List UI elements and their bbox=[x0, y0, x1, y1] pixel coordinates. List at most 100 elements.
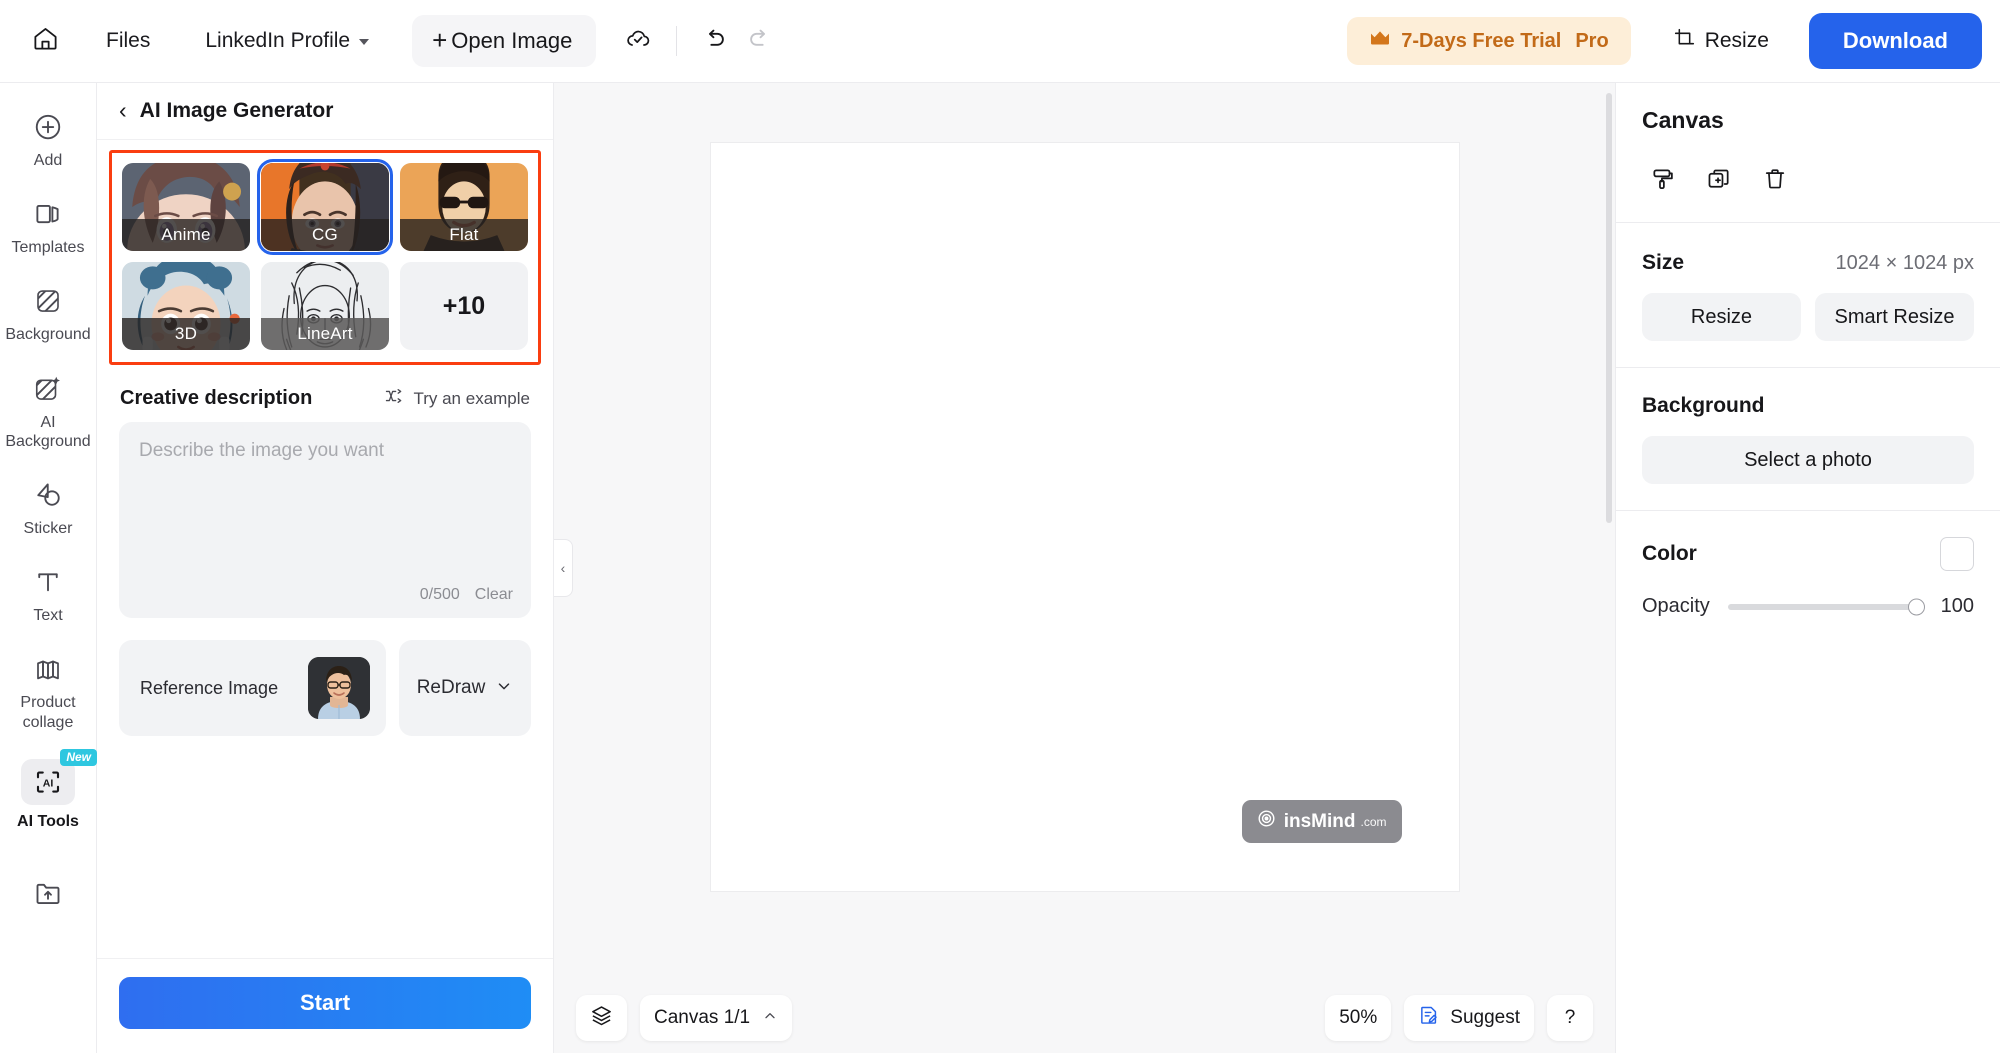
sidebar-item-label: Product collage bbox=[20, 694, 76, 731]
sidebar-item-label: Sticker bbox=[23, 519, 73, 537]
crown-icon bbox=[1369, 29, 1391, 53]
chevron-down-icon bbox=[359, 39, 370, 45]
style-option-anime[interactable]: Anime bbox=[122, 163, 250, 251]
plus-icon: + bbox=[432, 25, 448, 55]
plus-circle-icon bbox=[31, 110, 65, 144]
sidebar-item-templates[interactable]: Templates bbox=[5, 186, 91, 266]
color-row: Color bbox=[1642, 511, 1974, 571]
insmind-editor: Files LinkedIn Profile + Open Image 7-Da… bbox=[0, 0, 2000, 1053]
properties-panel: Canvas Size 1024 × 1024 px Resize Smart … bbox=[1615, 83, 2000, 1053]
reference-image-thumbnail[interactable] bbox=[308, 657, 370, 719]
size-value: 1024 × 1024 px bbox=[1835, 251, 1974, 274]
more-styles-label: +10 bbox=[442, 291, 486, 320]
open-image-button[interactable]: + Open Image bbox=[412, 15, 597, 67]
top-toolbar: Files LinkedIn Profile + Open Image 7-Da… bbox=[0, 0, 2000, 83]
duplicate-add-icon[interactable] bbox=[1698, 158, 1740, 200]
suggest-button[interactable]: Suggest bbox=[1404, 995, 1534, 1041]
prompt-footer: 0/500 Clear bbox=[420, 586, 513, 604]
crop-resize-icon bbox=[1673, 27, 1696, 56]
free-trial-label: 7-Days Free Trial bbox=[1401, 29, 1562, 52]
redraw-label: ReDraw bbox=[416, 677, 486, 698]
zoom-level-button[interactable]: 50% bbox=[1325, 995, 1392, 1041]
color-swatch[interactable] bbox=[1940, 537, 1974, 571]
style-grid: Anime CG Flat 3D LineArt +10 bbox=[122, 159, 528, 350]
opacity-label: Opacity bbox=[1642, 595, 1710, 617]
canvas-pager[interactable]: Canvas 1/1 bbox=[640, 995, 793, 1041]
panel-header: ‹ AI Image Generator bbox=[97, 83, 553, 140]
canvas-bottom-bar: Canvas 1/1 50% Suggest ? bbox=[554, 983, 1615, 1053]
style-option-lineart[interactable]: LineArt bbox=[261, 262, 389, 350]
style-option-more[interactable]: +10 bbox=[400, 262, 528, 350]
undo-button[interactable] bbox=[693, 19, 737, 63]
sidebar-item-upload[interactable] bbox=[5, 865, 91, 919]
panel-title: AI Image Generator bbox=[139, 99, 334, 122]
home-button[interactable] bbox=[22, 18, 68, 64]
trash-icon[interactable] bbox=[1754, 158, 1796, 200]
tool-panel: ‹ AI Image Generator Anime CG Flat 3D Li… bbox=[97, 83, 554, 1053]
style-option-flat[interactable]: Flat bbox=[400, 163, 528, 251]
sidebar-item-sticker[interactable]: Sticker bbox=[5, 467, 91, 547]
style-label: LineArt bbox=[261, 318, 389, 350]
smart-resize-button[interactable]: Smart Resize bbox=[1815, 293, 1974, 341]
background-hatch-icon bbox=[31, 284, 65, 318]
files-menu[interactable]: Files bbox=[92, 20, 164, 62]
watermark-text: insMind bbox=[1283, 810, 1356, 832]
size-row: Size 1024 × 1024 px bbox=[1642, 223, 1974, 275]
suggest-note-icon bbox=[1418, 1004, 1440, 1032]
panel-collapse-toggle[interactable]: ‹ bbox=[554, 539, 573, 597]
sidebar-item-add[interactable]: Add bbox=[5, 99, 91, 179]
opacity-row: Opacity 100 bbox=[1642, 571, 1974, 618]
cloud-save-button[interactable] bbox=[616, 19, 660, 63]
sidebar-item-product-collage[interactable]: Product collage bbox=[5, 641, 91, 740]
reference-image-card[interactable]: Reference Image bbox=[119, 640, 386, 736]
style-label: CG bbox=[261, 219, 389, 251]
project-name-dropdown[interactable]: LinkedIn Profile bbox=[192, 20, 382, 62]
opacity-value: 100 bbox=[1940, 595, 1974, 617]
start-button[interactable]: Start bbox=[119, 977, 531, 1029]
prompt-placeholder: Describe the image you want bbox=[139, 440, 385, 461]
creative-description-title: Creative description bbox=[120, 387, 313, 409]
reference-image-label: Reference Image bbox=[140, 677, 279, 698]
upload-folder-icon bbox=[31, 876, 65, 910]
redraw-dropdown[interactable]: ReDraw bbox=[399, 640, 531, 736]
style-option-3d[interactable]: 3D bbox=[122, 262, 250, 350]
opacity-slider[interactable] bbox=[1727, 598, 1925, 615]
clear-button[interactable]: Clear bbox=[475, 586, 513, 604]
sidebar-item-ai-background[interactable]: AI Background bbox=[5, 361, 91, 460]
color-label: Color bbox=[1642, 542, 1697, 565]
ai-tools-icon: AI New bbox=[21, 748, 97, 805]
size-label: Size bbox=[1642, 251, 1685, 274]
resize-button[interactable]: Resize bbox=[1657, 15, 1785, 68]
ai-background-sparkle-icon bbox=[31, 372, 65, 406]
redo-button[interactable] bbox=[737, 19, 781, 63]
stage-scrollbar[interactable] bbox=[1606, 93, 1612, 523]
char-count: 0/500 bbox=[419, 586, 460, 603]
chevron-left-icon[interactable]: ‹ bbox=[119, 98, 127, 122]
try-an-example-button[interactable]: Try an example bbox=[384, 386, 530, 411]
sidebar-item-label: AI Tools bbox=[17, 812, 79, 830]
sidebar-item-ai-tools[interactable]: AI New AI Tools bbox=[5, 748, 97, 840]
opacity-slider-knob[interactable] bbox=[1907, 598, 1925, 615]
paint-roller-icon[interactable] bbox=[1642, 158, 1684, 200]
style-selector-highlight: Anime CG Flat 3D LineArt +10 bbox=[109, 150, 541, 365]
free-trial-button[interactable]: 7-Days Free Trial Pro bbox=[1347, 17, 1631, 65]
creative-description-header: Creative description Try an example bbox=[97, 365, 553, 422]
style-label: Anime bbox=[122, 219, 250, 251]
layers-button[interactable] bbox=[576, 995, 627, 1041]
shuffle-icon bbox=[384, 386, 404, 411]
prompt-textarea[interactable]: Describe the image you want 0/500 Clear bbox=[119, 422, 531, 618]
cloud-check-icon bbox=[625, 26, 651, 57]
project-name-label: LinkedIn Profile bbox=[205, 29, 351, 52]
toolbar-divider bbox=[676, 26, 678, 56]
sidebar-item-text[interactable]: Text bbox=[5, 554, 91, 634]
download-button[interactable]: Download bbox=[1808, 13, 1982, 69]
help-button[interactable]: ? bbox=[1547, 995, 1593, 1041]
canvas-stage[interactable]: ‹ insMind .com Canvas 1/1 50% Suggest ? bbox=[554, 83, 1615, 1053]
home-icon bbox=[32, 25, 59, 57]
style-option-cg[interactable]: CG bbox=[257, 159, 393, 255]
canvas-artboard[interactable]: insMind .com bbox=[710, 143, 1459, 891]
select-photo-button[interactable]: Select a photo bbox=[1642, 436, 1974, 484]
sidebar-item-background[interactable]: Background bbox=[5, 273, 91, 353]
resize-button[interactable]: Resize bbox=[1642, 293, 1801, 341]
new-badge: New bbox=[60, 748, 97, 767]
